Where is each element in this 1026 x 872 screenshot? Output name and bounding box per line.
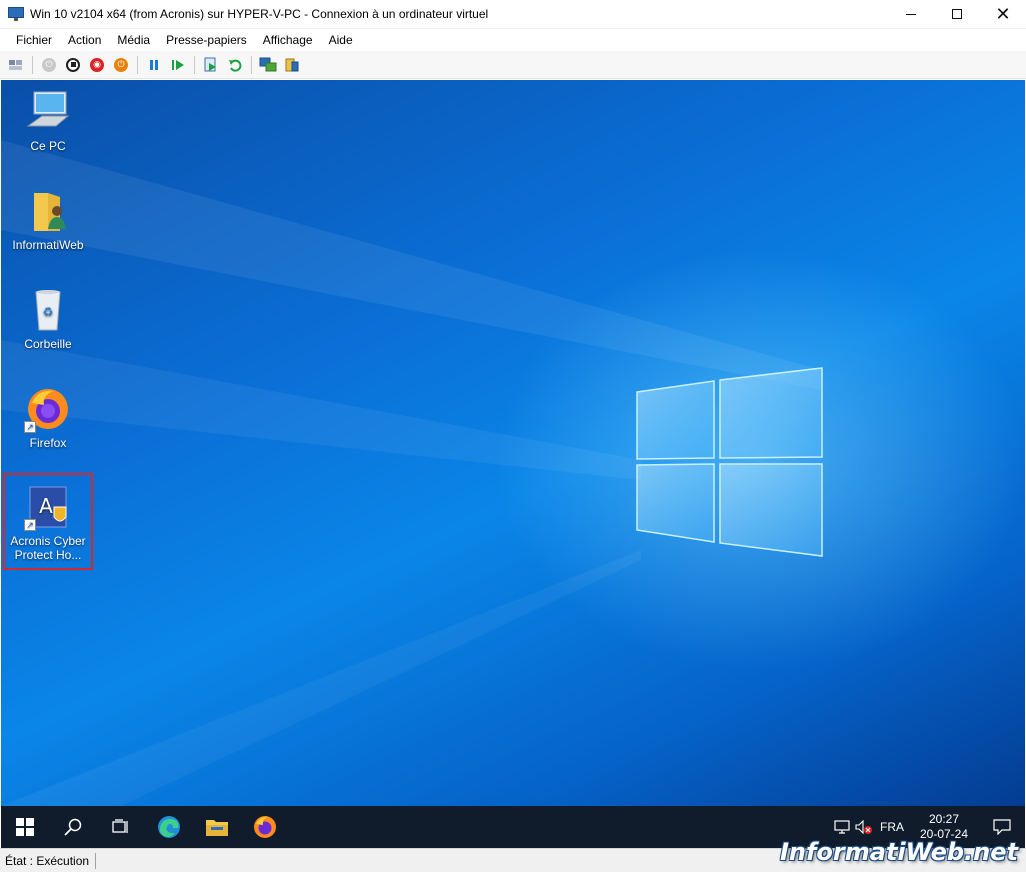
toolbar-separator bbox=[194, 55, 195, 74]
start-icon bbox=[16, 818, 34, 836]
checkpoint-button[interactable] bbox=[200, 54, 222, 76]
taskbar-firefox[interactable] bbox=[241, 806, 289, 848]
revert-button[interactable] bbox=[224, 54, 246, 76]
minimize-icon bbox=[906, 13, 916, 15]
turn-off-button[interactable] bbox=[62, 54, 84, 76]
menu-affichage[interactable]: Affichage bbox=[255, 33, 321, 47]
windows-wallpaper bbox=[1, 140, 823, 806]
desktop-icon-label: Firefox bbox=[29, 436, 67, 450]
enhanced-session-button[interactable] bbox=[257, 54, 279, 76]
desktop-icon-acronis[interactable]: A ↗ Acronis Cyber Protect Ho... bbox=[3, 473, 93, 570]
start-icon: ⏻ bbox=[42, 57, 56, 72]
shut-down-icon: ◉ bbox=[90, 57, 104, 72]
menu-bar: Fichier Action Média Presse-papiers Affi… bbox=[0, 29, 1026, 51]
checkpoint-icon bbox=[204, 57, 216, 71]
minimize-button[interactable] bbox=[888, 0, 934, 29]
toolbar-separator bbox=[251, 55, 252, 74]
taskbar-file-explorer[interactable] bbox=[193, 806, 241, 848]
shortcut-arrow-icon: ↗ bbox=[24, 519, 36, 531]
pause-icon bbox=[150, 59, 158, 70]
notification-icon bbox=[993, 819, 1011, 835]
desktop-icon-label: Corbeille bbox=[24, 337, 72, 351]
network-icon bbox=[834, 820, 850, 834]
vm-status: État : Exécution bbox=[5, 853, 90, 868]
recycle-bin-icon: ♻ bbox=[24, 286, 72, 334]
toolbar-separator bbox=[32, 55, 33, 74]
shut-down-button[interactable]: ◉ bbox=[86, 54, 108, 76]
start-button[interactable] bbox=[1, 806, 49, 848]
close-button[interactable]: ✕ bbox=[980, 0, 1026, 29]
clock-time: 20:27 bbox=[928, 812, 960, 826]
task-view-icon bbox=[112, 819, 128, 833]
desktop-icon-firefox[interactable]: ↗ Firefox bbox=[3, 385, 93, 450]
window-title: Win 10 v2104 x64 (from Acronis) sur HYPE… bbox=[30, 7, 489, 21]
volume-button[interactable] bbox=[853, 820, 875, 834]
start-vm-button[interactable]: ⏻ bbox=[38, 54, 60, 76]
maximize-icon bbox=[952, 9, 962, 19]
file-explorer-icon bbox=[206, 820, 228, 836]
menu-aide[interactable]: Aide bbox=[321, 33, 361, 47]
share-button[interactable] bbox=[281, 54, 303, 76]
acronis-icon: A ↗ bbox=[24, 483, 72, 531]
menu-action[interactable]: Action bbox=[60, 33, 109, 47]
toolbar: ⏻ ◉ ⏻ bbox=[0, 51, 1026, 79]
firefox-icon bbox=[254, 816, 276, 838]
title-bar: Win 10 v2104 x64 (from Acronis) sur HYPE… bbox=[0, 0, 1026, 29]
save-state-button[interactable]: ⏻ bbox=[110, 54, 132, 76]
status-separator bbox=[95, 852, 97, 869]
edge-icon bbox=[158, 816, 180, 838]
firefox-icon: ↗ bbox=[24, 385, 72, 433]
resume-icon bbox=[172, 59, 184, 70]
search-icon bbox=[64, 818, 82, 836]
desktop-icon-label: Ce PC bbox=[30, 139, 66, 153]
resume-button[interactable] bbox=[167, 54, 189, 76]
enhanced-session-icon bbox=[259, 57, 277, 71]
notification-button[interactable] bbox=[979, 819, 1025, 835]
ctrl-alt-del-icon bbox=[9, 59, 22, 70]
pause-button[interactable] bbox=[143, 54, 165, 76]
watermark-logo: InformatiWeb.net bbox=[779, 838, 1018, 866]
svg-text:A: A bbox=[39, 494, 53, 518]
shortcut-arrow-icon: ↗ bbox=[24, 421, 36, 433]
desktop-icon-label: InformatiWeb bbox=[12, 238, 84, 252]
menu-presse-papiers[interactable]: Presse-papiers bbox=[158, 33, 255, 47]
user-folder-icon bbox=[24, 187, 72, 235]
save-state-icon: ⏻ bbox=[114, 57, 128, 72]
maximize-button[interactable] bbox=[934, 0, 980, 29]
taskbar-edge[interactable] bbox=[145, 806, 193, 848]
toolbar-separator bbox=[137, 55, 138, 74]
turn-off-icon bbox=[66, 57, 80, 72]
menu-media[interactable]: Média bbox=[109, 33, 158, 47]
share-icon bbox=[285, 58, 299, 71]
task-view-button[interactable] bbox=[97, 806, 145, 848]
svg-text:♻: ♻ bbox=[43, 305, 54, 319]
search-button[interactable] bbox=[49, 806, 97, 848]
volume-muted-icon bbox=[855, 820, 872, 834]
revert-icon bbox=[229, 59, 242, 72]
desktop-icon-informatiweb[interactable]: InformatiWeb bbox=[3, 187, 93, 252]
desktop[interactable]: Ce PC InformatiWeb ♻ Corbeille ↗ Firefox… bbox=[1, 80, 1025, 806]
this-pc-icon bbox=[24, 88, 72, 136]
ctrl-alt-del-button[interactable] bbox=[5, 54, 27, 76]
input-language[interactable]: FRA bbox=[875, 820, 909, 834]
desktop-icon-corbeille[interactable]: ♻ Corbeille bbox=[3, 286, 93, 351]
network-button[interactable] bbox=[831, 820, 853, 834]
desktop-icon-ce-pc[interactable]: Ce PC bbox=[3, 88, 93, 153]
vm-connection-icon bbox=[8, 7, 24, 21]
desktop-icon-label: Acronis Cyber Protect Ho... bbox=[10, 534, 86, 562]
menu-fichier[interactable]: Fichier bbox=[8, 33, 60, 47]
close-icon: ✕ bbox=[995, 3, 1011, 24]
